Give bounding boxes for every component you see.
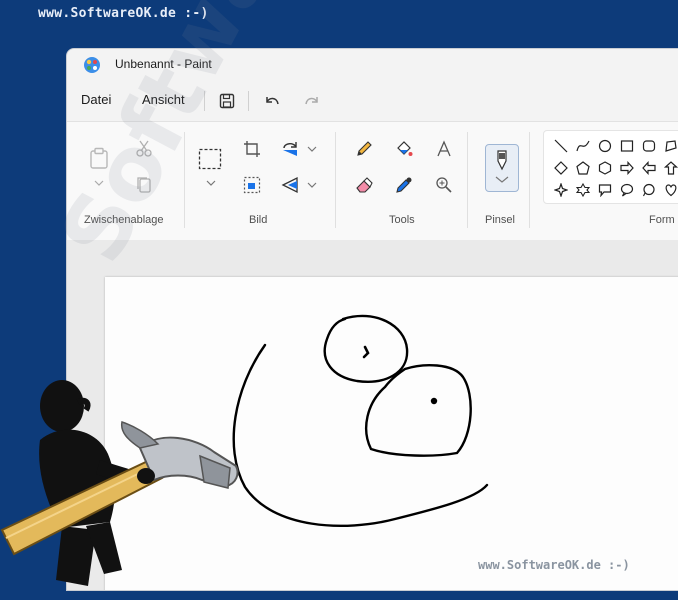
pencil-button[interactable] xyxy=(353,138,375,160)
shape-rounded-rectangle-icon[interactable] xyxy=(642,139,656,153)
title-bar: Unbenannt - Paint xyxy=(67,49,678,81)
paste-button[interactable] xyxy=(87,146,111,170)
bottom-credit-text: www.SoftwareOK.de :-) xyxy=(478,558,630,572)
text-icon xyxy=(437,140,451,157)
group-label-clipboard: Zwischenablage xyxy=(84,214,164,226)
undo-button[interactable] xyxy=(261,90,283,112)
menu-bar: Datei Ansicht xyxy=(67,87,678,115)
chevron-down-icon xyxy=(307,182,317,188)
rotate-button[interactable] xyxy=(279,138,301,160)
flip-dropdown[interactable] xyxy=(305,178,319,192)
shape-heart-icon[interactable] xyxy=(664,183,678,197)
group-label-brushes: Pinsel xyxy=(485,214,515,226)
shape-arrow-right-icon[interactable] xyxy=(620,161,634,175)
shape-star-four-icon[interactable] xyxy=(554,183,568,197)
shape-oval-icon[interactable] xyxy=(598,139,612,153)
resize-icon xyxy=(243,176,261,194)
crop-button[interactable] xyxy=(241,138,263,160)
fill-button[interactable] xyxy=(393,138,415,160)
flip-button[interactable] xyxy=(279,174,301,196)
paste-dropdown[interactable] xyxy=(91,176,107,190)
copy-button[interactable] xyxy=(133,174,155,196)
group-label-shapes: Form xyxy=(649,214,675,226)
menu-separator xyxy=(248,91,249,111)
color-picker-button[interactable] xyxy=(393,174,415,196)
hammer-man-figure xyxy=(0,380,239,586)
group-separator xyxy=(335,132,336,228)
group-separator xyxy=(184,132,185,228)
top-credit-text: www.SoftwareOK.de :-) xyxy=(38,6,209,21)
eyedropper-icon xyxy=(396,177,412,193)
shapes-gallery xyxy=(543,130,678,204)
shape-hexagon-icon[interactable] xyxy=(598,161,612,175)
crop-icon xyxy=(244,141,260,157)
shape-callout-rect-icon[interactable] xyxy=(598,183,612,197)
copy-icon xyxy=(137,177,151,193)
magnifier-button[interactable] xyxy=(433,174,455,196)
eraser-button[interactable] xyxy=(353,174,375,196)
select-button[interactable] xyxy=(197,146,223,172)
window-title: Unbenannt - Paint xyxy=(115,57,212,71)
shape-pentagon-icon[interactable] xyxy=(576,161,590,175)
redo-icon xyxy=(305,97,318,105)
rotate-icon xyxy=(283,142,297,156)
pencil-icon xyxy=(357,141,372,156)
shape-line-icon[interactable] xyxy=(554,139,568,153)
paint-app-icon xyxy=(84,57,100,73)
menu-view[interactable]: Ansicht xyxy=(142,92,185,107)
save-icon xyxy=(219,93,235,109)
flip-icon xyxy=(281,176,298,194)
group-separator xyxy=(467,132,468,228)
select-dropdown[interactable] xyxy=(203,176,219,190)
group-label-tools: Tools xyxy=(389,214,415,226)
shape-star-six-icon[interactable] xyxy=(576,183,590,197)
undo-icon xyxy=(266,97,279,105)
shape-arrow-up-icon[interactable] xyxy=(664,161,678,175)
shape-diamond-icon[interactable] xyxy=(554,161,568,175)
shape-callout-cloud-icon[interactable] xyxy=(642,183,656,197)
selection-rectangle-icon xyxy=(198,148,222,170)
scissors-icon xyxy=(136,140,152,157)
magnifier-icon xyxy=(436,177,452,193)
brush-button[interactable] xyxy=(485,144,519,192)
eraser-icon xyxy=(356,177,373,193)
resize-button[interactable] xyxy=(241,174,263,196)
shape-polygon-icon[interactable] xyxy=(664,139,678,153)
shape-rectangle-icon[interactable] xyxy=(620,139,634,153)
cut-button[interactable] xyxy=(133,138,155,160)
group-label-image: Bild xyxy=(249,214,268,226)
shape-curve-icon[interactable] xyxy=(576,139,590,153)
brush-icon xyxy=(495,150,509,183)
redo-button[interactable] xyxy=(301,90,323,112)
text-button[interactable] xyxy=(433,138,455,160)
paste-icon xyxy=(90,147,108,169)
ribbon: Zwischenablage Bild Tools Pinsel Form xyxy=(67,121,678,241)
menu-separator xyxy=(204,91,205,111)
chevron-down-icon xyxy=(307,146,317,152)
shape-arrow-left-icon[interactable] xyxy=(642,161,656,175)
group-separator xyxy=(529,132,530,228)
menu-file[interactable]: Datei xyxy=(81,92,111,107)
save-button[interactable] xyxy=(216,90,238,112)
chevron-down-icon xyxy=(206,180,216,186)
chevron-down-icon xyxy=(94,180,104,186)
paint-bucket-icon xyxy=(397,141,413,156)
shape-callout-oval-icon[interactable] xyxy=(620,183,634,197)
rotate-dropdown[interactable] xyxy=(305,142,319,156)
